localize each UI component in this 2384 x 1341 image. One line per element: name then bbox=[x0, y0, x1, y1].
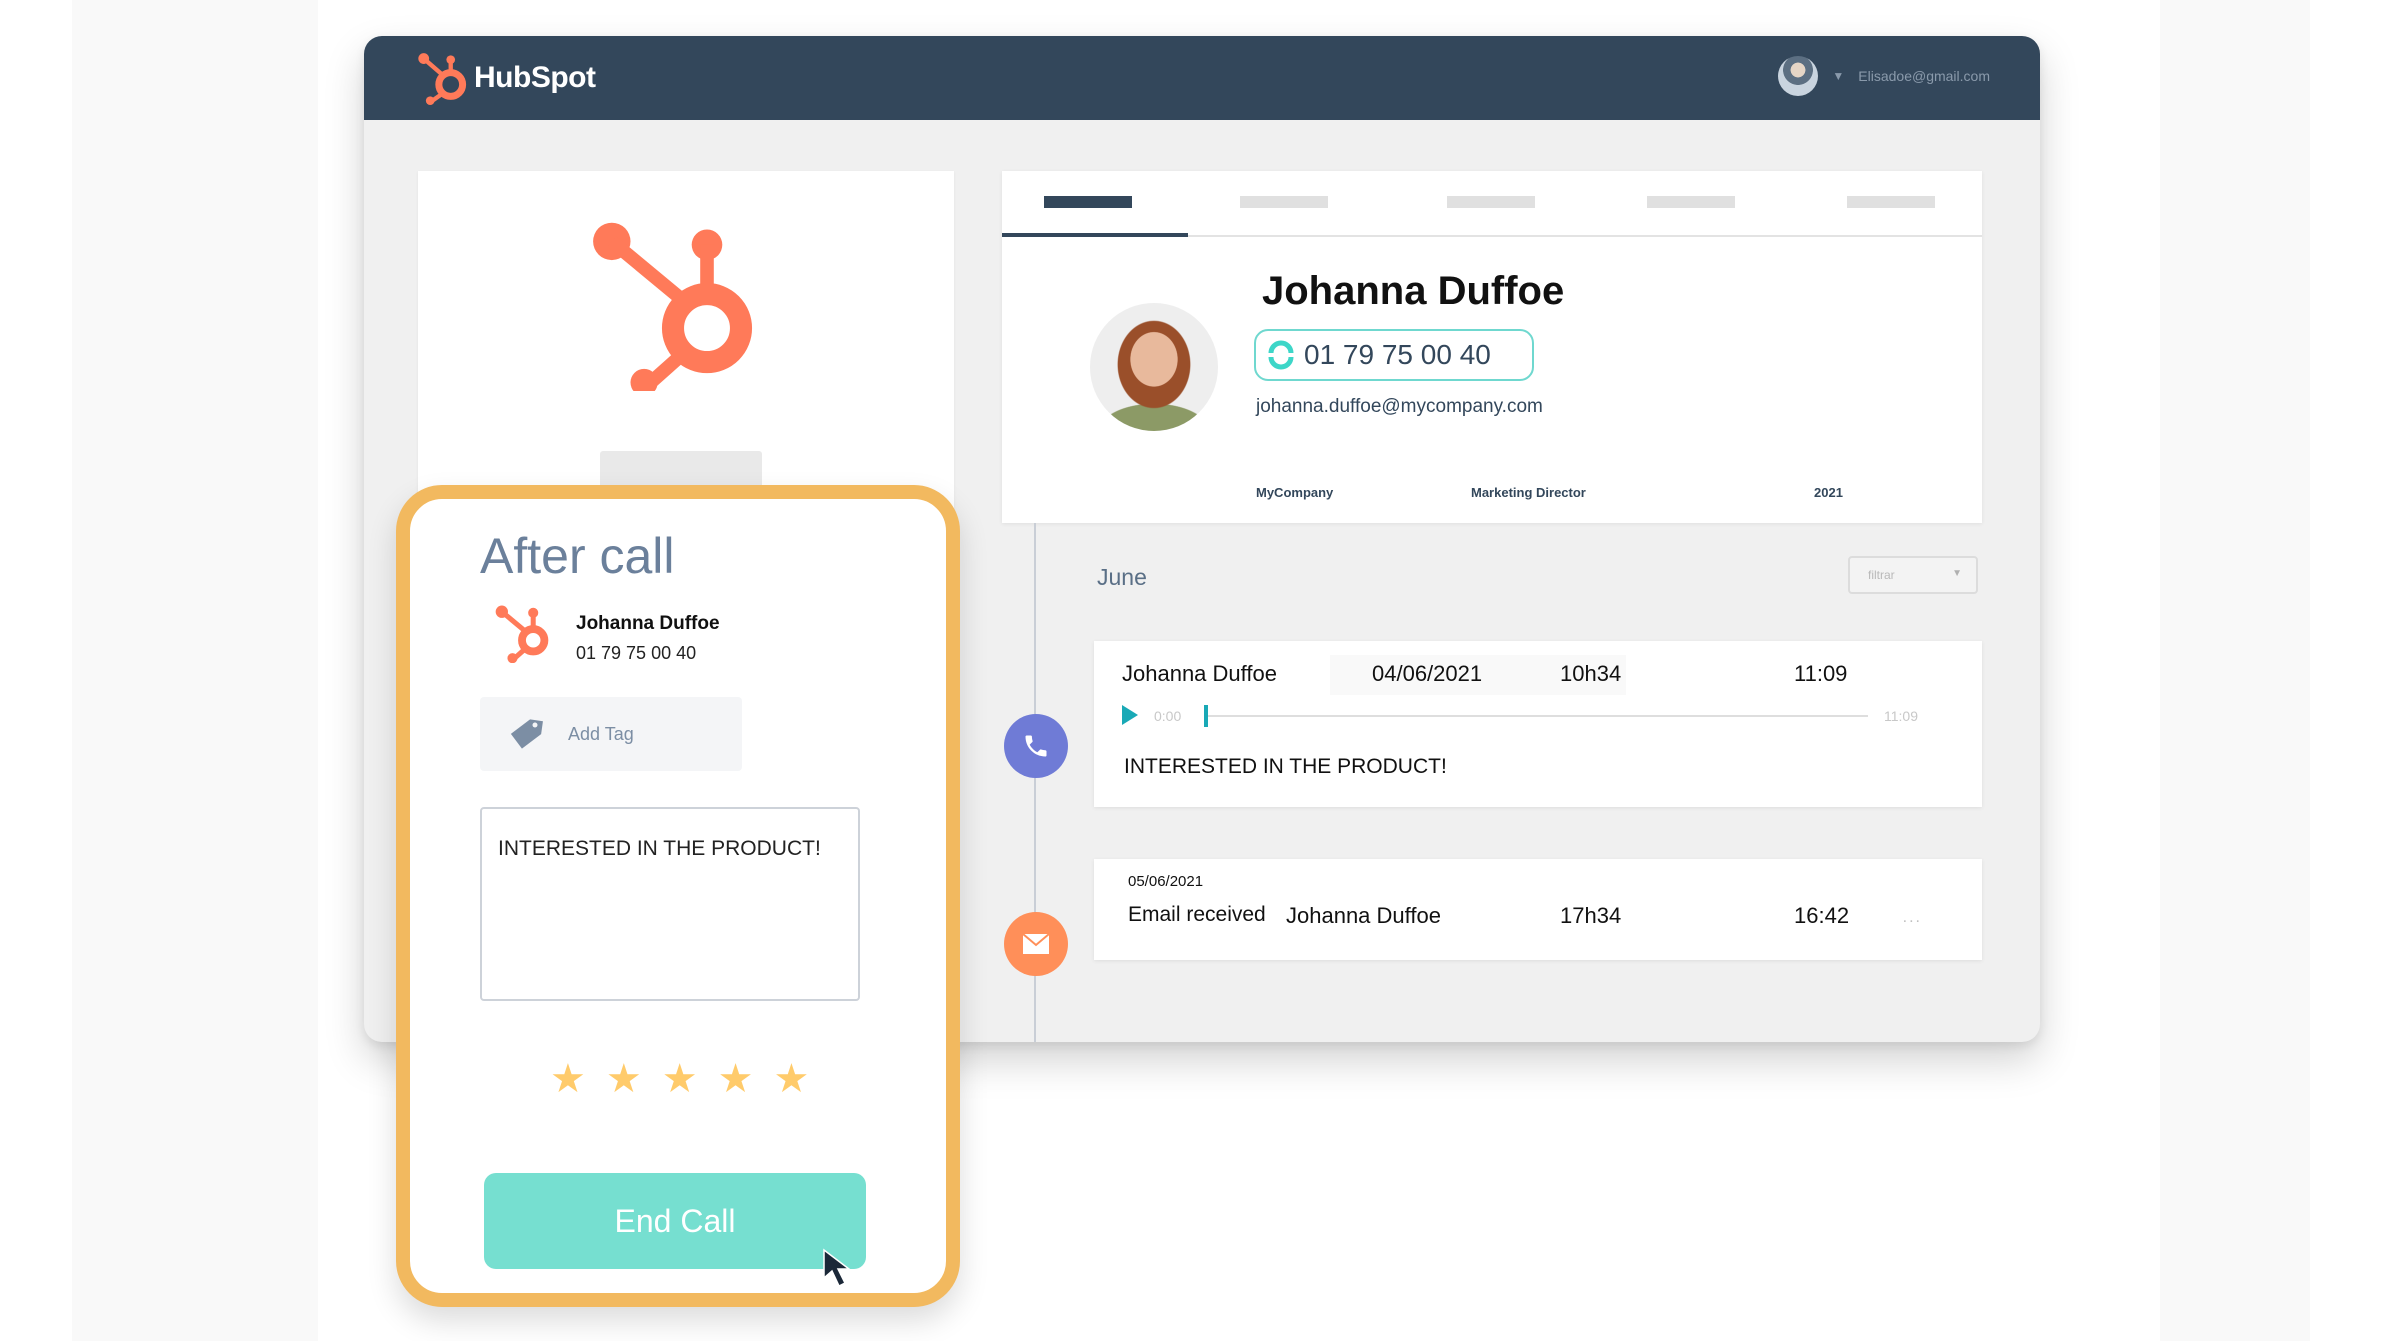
contact-company: MyCompany bbox=[1256, 485, 1334, 500]
user-avatar[interactable] bbox=[1778, 56, 1819, 96]
filter-placeholder: filtrar bbox=[1868, 568, 1895, 582]
contact-email[interactable]: johanna.duffoe@mycompany.com bbox=[1256, 396, 1543, 418]
user-email: Elisadoe@gmail.com bbox=[1858, 68, 1990, 84]
filter-dropdown[interactable]: filtrar ▼ bbox=[1848, 556, 1978, 594]
active-tab-indicator bbox=[1002, 233, 1188, 237]
mouse-pointer-icon bbox=[823, 1248, 852, 1288]
timeline-month: June bbox=[1097, 564, 1147, 590]
player-start-time: 0:00 bbox=[1154, 708, 1182, 724]
call-date: 04/06/2021 bbox=[1372, 661, 1483, 686]
user-menu[interactable]: ▼ Elisadoe@gmail.com bbox=[1778, 56, 1990, 96]
call-note-input[interactable]: INTERESTED IN THE PRODUCT! bbox=[480, 807, 860, 1001]
tab-3[interactable] bbox=[1447, 196, 1535, 208]
more-options-icon[interactable]: ... bbox=[1903, 909, 1922, 927]
star-icon[interactable]: ★ bbox=[550, 1059, 586, 1099]
contact-year: 2021 bbox=[1814, 485, 1843, 500]
tab-5[interactable] bbox=[1847, 196, 1935, 208]
star-icon[interactable]: ★ bbox=[773, 1059, 809, 1099]
brand-logo[interactable]: HubSpot bbox=[414, 50, 596, 106]
caret-down-icon[interactable]: ▼ bbox=[1832, 69, 1844, 83]
contact-name: Johanna Duffoe bbox=[1262, 269, 1565, 313]
email-duration: 16:42 bbox=[1794, 903, 1850, 928]
envelope-icon bbox=[1022, 933, 1050, 954]
phone-call-button[interactable]: 01 79 75 00 40 bbox=[1254, 329, 1534, 381]
tab-2[interactable] bbox=[1240, 196, 1328, 208]
add-tag-button[interactable]: Add Tag bbox=[480, 697, 742, 771]
email-event-card[interactable]: 05/06/2021 Email received Johanna Duffoe… bbox=[1094, 859, 1982, 960]
call-duration: 11:09 bbox=[1794, 661, 1848, 686]
email-event-node bbox=[1004, 912, 1068, 976]
call-note: INTERESTED IN THE PRODUCT! bbox=[1124, 755, 1447, 778]
profile-tabs bbox=[1002, 171, 1982, 237]
after-call-contact-phone: 01 79 75 00 40 bbox=[576, 643, 697, 663]
contact-job-title: Marketing Director bbox=[1471, 485, 1586, 500]
hubspot-sprocket-icon bbox=[593, 222, 753, 391]
sync-icon bbox=[1268, 340, 1294, 370]
phone-icon bbox=[1025, 735, 1047, 757]
call-event-node bbox=[1004, 714, 1068, 778]
call-event-card[interactable]: Johanna Duffoe 04/06/2021 10h34 11:09 0:… bbox=[1094, 641, 1982, 807]
star-icon[interactable]: ★ bbox=[606, 1059, 642, 1099]
contact-profile-card: Johanna Duffoe 01 79 75 00 40 johanna.du… bbox=[1002, 171, 1982, 523]
tab-1[interactable] bbox=[1044, 196, 1132, 208]
call-contact: Johanna Duffoe bbox=[1122, 661, 1277, 686]
tab-4[interactable] bbox=[1647, 196, 1735, 208]
background-band-left bbox=[72, 0, 318, 1341]
call-rating[interactable]: ★ ★ ★ ★ ★ bbox=[550, 1059, 809, 1099]
background-band-right bbox=[2160, 0, 2310, 1341]
email-label: Email received bbox=[1128, 903, 1266, 926]
email-date: 05/06/2021 bbox=[1128, 873, 1204, 890]
player-track[interactable] bbox=[1208, 715, 1868, 717]
chevron-down-icon: ▼ bbox=[1952, 568, 1962, 579]
call-time: 10h34 bbox=[1560, 661, 1622, 686]
after-call-panel: After call Johanna Duffoe 01 79 75 00 40… bbox=[396, 485, 960, 1307]
after-call-contact-name: Johanna Duffoe bbox=[576, 613, 720, 634]
player-end-time: 11:09 bbox=[1884, 708, 1918, 724]
tag-icon bbox=[510, 719, 543, 749]
contact-photo bbox=[1090, 303, 1218, 431]
after-call-title: After call bbox=[480, 528, 675, 584]
hubspot-sprocket-icon bbox=[495, 605, 549, 663]
email-time: 17h34 bbox=[1560, 903, 1622, 928]
end-call-button[interactable]: End Call bbox=[484, 1173, 866, 1269]
play-icon[interactable] bbox=[1122, 705, 1138, 725]
add-tag-label: Add Tag bbox=[568, 723, 634, 744]
contact-phone: 01 79 75 00 40 bbox=[1304, 339, 1491, 370]
hubspot-sprocket-icon bbox=[418, 53, 467, 105]
star-icon[interactable]: ★ bbox=[662, 1059, 698, 1099]
top-navigation-bar: HubSpot ▼ Elisadoe@gmail.com bbox=[364, 36, 2040, 120]
star-icon[interactable]: ★ bbox=[718, 1059, 754, 1099]
brand-name: HubSpot bbox=[474, 61, 596, 94]
email-contact: Johanna Duffoe bbox=[1286, 903, 1441, 928]
